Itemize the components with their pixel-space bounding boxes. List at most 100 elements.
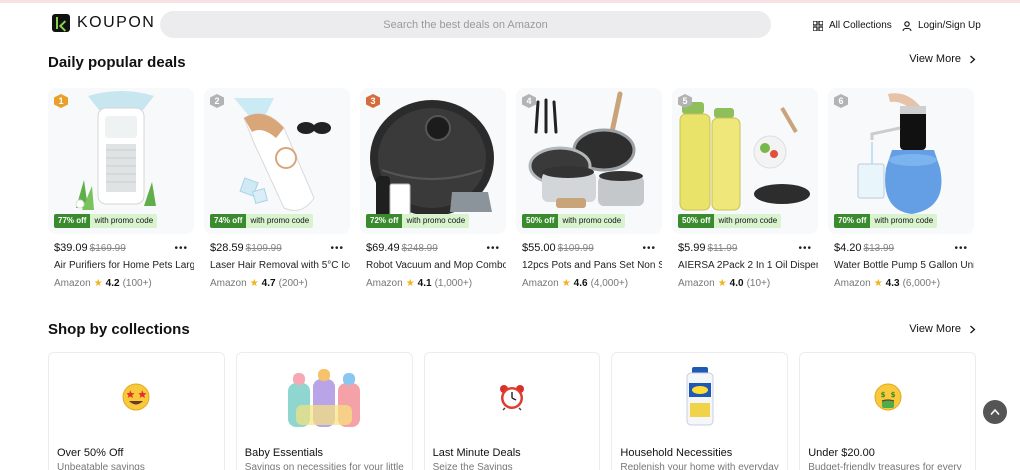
price: $69.49: [366, 242, 400, 254]
product-image: 1 77% off with promo code: [48, 88, 194, 234]
store-name: Amazon: [366, 278, 403, 289]
old-price: $109.99: [557, 242, 594, 254]
view-more-label: View More: [909, 53, 961, 65]
search-input[interactable]: [160, 11, 771, 38]
daily-view-more-link[interactable]: View More: [909, 53, 976, 65]
star-icon: ★: [561, 278, 571, 289]
review-count: (4,000+): [590, 278, 629, 289]
store-name: Amazon: [678, 278, 715, 289]
product-image: 6 70% off with promo code: [828, 88, 974, 234]
deal-card[interactable]: 1 77% off with promo code $39.09 $169.99…: [48, 88, 194, 292]
collection-subtitle: Budget-friendly treasures for every: [808, 462, 962, 470]
collections-title: Shop by collections: [48, 321, 190, 338]
promo-code-label: with promo code: [246, 214, 314, 228]
deal-card[interactable]: 2 74% off with promo code $28.59 $109.99…: [204, 88, 350, 292]
collection-card[interactable]: Over 50% Off Unbeatable savings: [48, 352, 225, 470]
chevron-right-icon: [970, 325, 976, 333]
product-image: 5 50% off with promo code: [672, 88, 818, 234]
deal-title[interactable]: 12pcs Pots and Pans Set Non Stick: [516, 260, 662, 271]
price: $39.09: [54, 242, 88, 254]
deal-title[interactable]: Water Bottle Pump 5 Gallon Universal: [828, 260, 974, 271]
grid-icon: [813, 20, 823, 31]
top-bar: KOUPON All Collections Login/Sign Up: [0, 0, 1020, 46]
review-count: (10+): [746, 278, 771, 289]
deal-title[interactable]: Robot Vacuum and Mop Combo: [360, 260, 506, 271]
old-price: $11.99: [707, 242, 738, 254]
more-options-icon[interactable]: •••: [954, 243, 968, 254]
deal-meta: Amazon ★ 4.3 (6,000+): [828, 278, 974, 289]
price: $5.99: [678, 242, 706, 254]
store-name: Amazon: [54, 278, 91, 289]
collection-title: Household Necessities: [620, 447, 733, 459]
promo-badge: 50% off with promo code: [678, 214, 782, 228]
water-pump-image: [828, 88, 974, 234]
rating-value: 4.3: [885, 278, 900, 289]
rating-value: 4.7: [261, 278, 276, 289]
deal-title[interactable]: AIERSA 2Pack 2 In 1 Oil Dispenser: [672, 260, 818, 271]
oil-dispenser-image: [672, 88, 818, 234]
deal-card[interactable]: 4 50% off with promo code $55.00 $109.99…: [516, 88, 662, 292]
collection-card[interactable]: Household Necessities Replenish your hom…: [611, 352, 789, 470]
price: $4.20: [834, 242, 862, 254]
promo-code-label: with promo code: [870, 214, 938, 228]
review-count: (100+): [122, 278, 152, 289]
promo-badge: 72% off with promo code: [366, 214, 470, 228]
star-icon: ★: [717, 278, 727, 289]
price-row: $5.99 $11.99 •••: [672, 242, 818, 254]
more-options-icon[interactable]: •••: [330, 243, 344, 254]
price: $55.00: [522, 242, 556, 254]
discount-label: 77% off: [54, 214, 91, 228]
promo-code-label: with promo code: [402, 214, 470, 228]
air-purifier-image: [48, 88, 194, 234]
login-signup-link[interactable]: Login/Sign Up: [902, 20, 981, 31]
deal-meta: Amazon ★ 4.2 (100+): [48, 278, 194, 289]
old-price: $169.99: [89, 242, 126, 254]
price-row: $28.59 $109.99 •••: [204, 242, 350, 254]
deal-card[interactable]: 6 70% off with promo code $4.20 $13.99 •…: [828, 88, 974, 292]
more-options-icon[interactable]: •••: [798, 243, 812, 254]
koupon-logo[interactable]: KOUPON: [52, 14, 155, 32]
promo-badge: 70% off with promo code: [834, 214, 938, 228]
more-options-icon[interactable]: •••: [174, 243, 188, 254]
promo-badge: 74% off with promo code: [210, 214, 314, 228]
money-mouth-emoji-icon: $ $: [868, 377, 908, 417]
deal-meta: Amazon ★ 4.0 (10+): [672, 278, 818, 289]
star-icon: ★: [249, 278, 259, 289]
deal-card[interactable]: 3 72% off with promo code $69.49 $248.99…: [360, 88, 506, 292]
collection-card[interactable]: $ $ Under $20.00 Budget-friendly treasur…: [799, 352, 976, 470]
product-image: 4 50% off with promo code: [516, 88, 662, 234]
deal-title[interactable]: Air Purifiers for Home Pets Large: [48, 260, 194, 271]
all-collections-label: All Collections: [829, 20, 892, 31]
collection-subtitle: Savings on necessities for your little: [244, 462, 404, 470]
daily-deals-list: 1 77% off with promo code $39.09 $169.99…: [48, 88, 976, 292]
promo-code-label: with promo code: [714, 214, 782, 228]
star-struck-emoji-icon: [116, 377, 156, 417]
review-count: (1,000+): [434, 278, 473, 289]
daily-deals-title: Daily popular deals: [48, 54, 186, 71]
all-collections-link[interactable]: All Collections: [813, 20, 892, 31]
star-icon: ★: [405, 278, 415, 289]
product-image: 2 74% off with promo code: [204, 88, 350, 234]
collection-card[interactable]: Baby Essentials Savings on necessities f…: [235, 352, 413, 470]
store-name: Amazon: [522, 278, 559, 289]
logo-text: KOUPON: [77, 14, 156, 31]
deal-meta: Amazon ★ 4.7 (200+): [204, 278, 350, 289]
collection-card[interactable]: Last Minute Deals Seize the Savings: [423, 352, 601, 470]
scroll-to-top-button[interactable]: [983, 400, 1007, 424]
more-options-icon[interactable]: •••: [486, 243, 500, 254]
collection-title: Over 50% Off: [57, 447, 124, 459]
deal-title[interactable]: Laser Hair Removal with 5°C Ice: [204, 260, 350, 271]
price-row: $69.49 $248.99 •••: [360, 242, 506, 254]
star-icon: ★: [93, 278, 103, 289]
collections-view-more-link[interactable]: View More: [909, 323, 976, 335]
chevron-up-icon: [990, 408, 1000, 415]
logo-mark-icon: [52, 14, 70, 32]
collection-title: Under $20.00: [808, 447, 875, 459]
rating-value: 4.0: [729, 278, 744, 289]
more-options-icon[interactable]: •••: [642, 243, 656, 254]
discount-label: 70% off: [834, 214, 871, 228]
deal-card[interactable]: 5 50% off with promo code $5.99 $11.99 •…: [672, 88, 818, 292]
promo-code-label: with promo code: [90, 214, 158, 228]
user-icon: [902, 20, 912, 31]
price-row: $55.00 $109.99 •••: [516, 242, 662, 254]
